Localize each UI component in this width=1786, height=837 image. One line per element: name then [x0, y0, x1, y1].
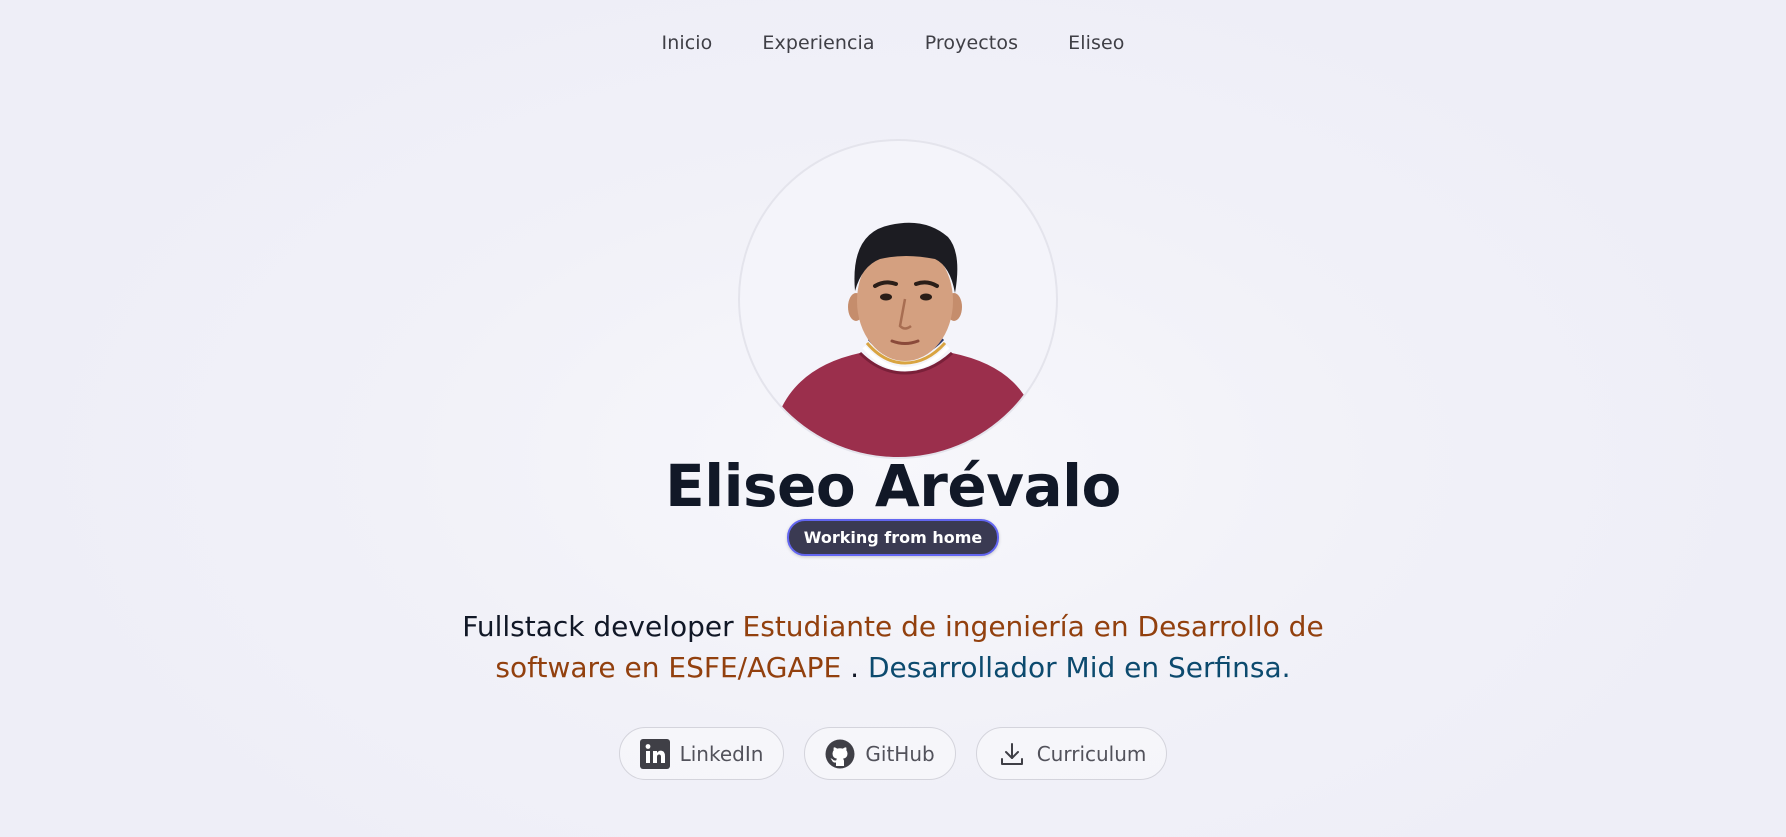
bio-role: Fullstack developer [462, 610, 734, 643]
curriculum-label: Curriculum [1036, 741, 1147, 766]
bio-separator: . [850, 651, 860, 684]
curriculum-download-button[interactable]: Curriculum [975, 727, 1168, 780]
download-icon [997, 739, 1027, 769]
bio-job: Desarrollador Mid en Serfinsa. [867, 651, 1291, 684]
github-button[interactable]: GitHub [804, 727, 956, 780]
nav-item-proyectos[interactable]: Proyectos [900, 28, 1043, 58]
linkedin-button[interactable]: LinkedIn [618, 727, 785, 780]
nav-item-experiencia[interactable]: Experiencia [737, 28, 899, 58]
profile-photo [770, 222, 1040, 457]
bio-text: Fullstack developer Estudiante de ingeni… [443, 606, 1343, 688]
nav-item-inicio[interactable]: Inicio [637, 28, 738, 58]
nav-item-eliseo[interactable]: Eliseo [1043, 28, 1149, 58]
linkedin-label: LinkedIn [679, 741, 764, 766]
github-icon [825, 739, 855, 769]
profile-name: Eliseo Arévalo [665, 452, 1121, 520]
github-label: GitHub [865, 741, 935, 766]
avatar [738, 139, 1058, 459]
linkedin-icon [639, 738, 670, 769]
social-links: LinkedIn GitHub Curriculum [0, 727, 1786, 780]
status-badge-wrapper: Working from home [0, 519, 1786, 556]
top-nav: Inicio Experiencia Proyectos Eliseo [0, 28, 1786, 58]
status-badge: Working from home [786, 519, 1000, 556]
